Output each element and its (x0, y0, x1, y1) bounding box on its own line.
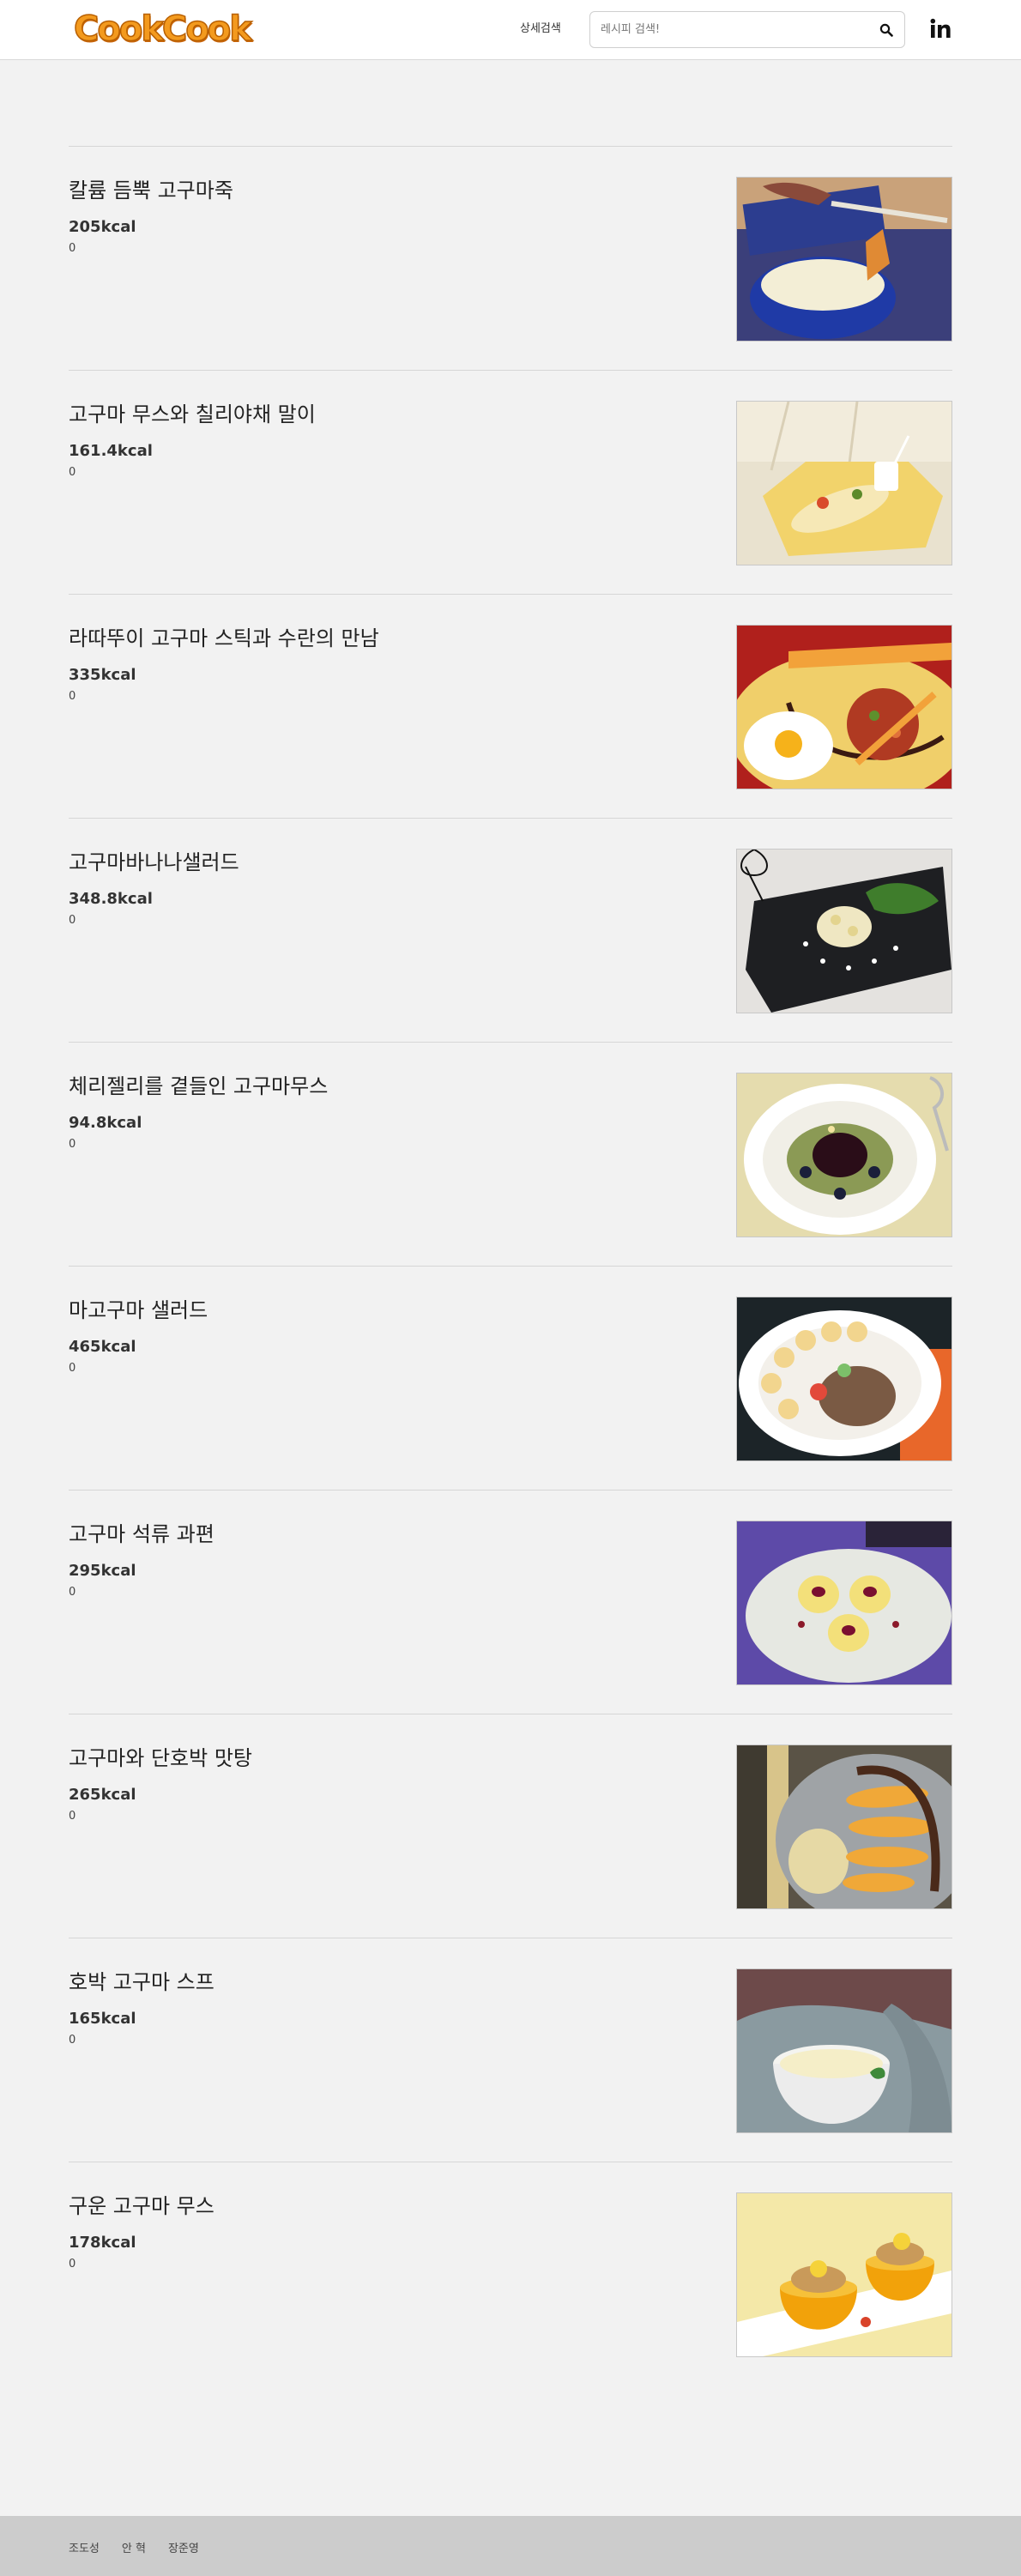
linkedin-icon[interactable] (929, 17, 952, 41)
recipe-count: 0 (69, 2258, 76, 2271)
recipe-count: 0 (69, 1362, 76, 1375)
footer-credits: 조도성 안 혁 장준영 (69, 2539, 221, 2555)
recipe-title[interactable]: 고구마 석류 과편 (69, 1521, 214, 1547)
recipe-kcal: 165kcal (69, 2010, 136, 2028)
recipe-item[interactable]: 고구마 무스와 칠리야채 말이 161.4kcal 0 (69, 370, 952, 594)
recipe-count: 0 (69, 1138, 76, 1151)
recipe-title[interactable]: 고구마바나나샐러드 (69, 850, 239, 875)
recipe-item[interactable]: 고구마와 단호박 맛탕 265kcal 0 (69, 1714, 952, 1938)
banana-salad-photo[interactable] (736, 849, 952, 1013)
search-input[interactable] (601, 12, 867, 47)
recipe-item[interactable]: 라따뚜이 고구마 스틱과 수란의 만남 335kcal 0 (69, 594, 952, 818)
recipe-title[interactable]: 고구마와 단호박 맛탕 (69, 1745, 252, 1771)
recipe-kcal: 161.4kcal (69, 442, 153, 460)
recipe-count: 0 (69, 1586, 76, 1599)
recipe-kcal: 295kcal (69, 1562, 136, 1580)
recipe-title[interactable]: 체리젤리를 곁들인 고구마무스 (69, 1073, 328, 1099)
sweet-potato-porridge-photo[interactable] (736, 177, 952, 342)
candied-pumpkin-photo[interactable] (736, 1745, 952, 1909)
pumpkin-soup-photo[interactable] (736, 1968, 952, 2133)
recipe-count: 0 (69, 690, 76, 703)
recipe-title[interactable]: 칼륨 듬뿍 고구마죽 (69, 178, 233, 203)
recipe-count: 0 (69, 1810, 76, 1823)
cherry-jelly-mousse-photo[interactable] (736, 1073, 952, 1237)
recipe-item[interactable]: 구운 고구마 무스 178kcal 0 (69, 2162, 952, 2386)
recipe-item[interactable]: 체리젤리를 곁들인 고구마무스 94.8kcal 0 (69, 1042, 952, 1266)
recipe-kcal: 335kcal (69, 666, 136, 684)
recipe-item[interactable]: 고구마 석류 과편 295kcal 0 (69, 1490, 952, 1714)
recipe-kcal: 94.8kcal (69, 1114, 142, 1132)
recipe-title[interactable]: 고구마 무스와 칠리야채 말이 (69, 402, 316, 427)
footer-name: 조도성 (69, 2543, 100, 2555)
recipe-kcal: 265kcal (69, 1786, 136, 1804)
recipe-item[interactable]: 마고구마 샐러드 465kcal 0 (69, 1266, 952, 1490)
mousse-vegetable-rolls-photo[interactable] (736, 401, 952, 565)
baked-mousse-photo[interactable] (736, 2192, 952, 2357)
recipe-title[interactable]: 마고구마 샐러드 (69, 1297, 208, 1323)
footer-name: 장준영 (167, 2543, 199, 2555)
recipe-count: 0 (69, 2034, 76, 2047)
search-icon[interactable] (875, 19, 897, 41)
recipe-item[interactable]: 고구마바나나샐러드 348.8kcal 0 (69, 818, 952, 1042)
cookcook-logo[interactable]: CookCook (73, 9, 252, 50)
advanced-search-link[interactable]: 상세검색 (520, 22, 561, 36)
footer: 조도성 안 혁 장준영 (0, 2516, 1021, 2576)
yam-salad-photo[interactable] (736, 1297, 952, 1461)
ratatouille-sticks-egg-photo[interactable] (736, 625, 952, 789)
recipe-kcal: 348.8kcal (69, 890, 153, 908)
recipe-kcal: 178kcal (69, 2234, 136, 2252)
recipe-title[interactable]: 구운 고구마 무스 (69, 2193, 214, 2219)
recipe-list: 칼륨 듬뿍 고구마죽 205kcal 0 고구마 무스와 칠리야채 말이 161… (69, 146, 952, 2386)
recipe-kcal: 205kcal (69, 218, 136, 236)
recipe-title[interactable]: 라따뚜이 고구마 스틱과 수란의 만남 (69, 626, 379, 651)
recipe-title[interactable]: 호박 고구마 스프 (69, 1969, 214, 1995)
pomegranate-jelly-photo[interactable] (736, 1521, 952, 1685)
header: CookCook 상세검색 (0, 0, 1021, 60)
footer-name: 안 혁 (121, 2543, 146, 2555)
recipe-item[interactable]: 칼륨 듬뿍 고구마죽 205kcal 0 (69, 146, 952, 370)
recipe-count: 0 (69, 466, 76, 479)
recipe-kcal: 465kcal (69, 1338, 136, 1356)
recipe-count: 0 (69, 242, 76, 255)
recipe-count: 0 (69, 914, 76, 927)
search-box (589, 11, 905, 48)
recipe-item[interactable]: 호박 고구마 스프 165kcal 0 (69, 1938, 952, 2162)
